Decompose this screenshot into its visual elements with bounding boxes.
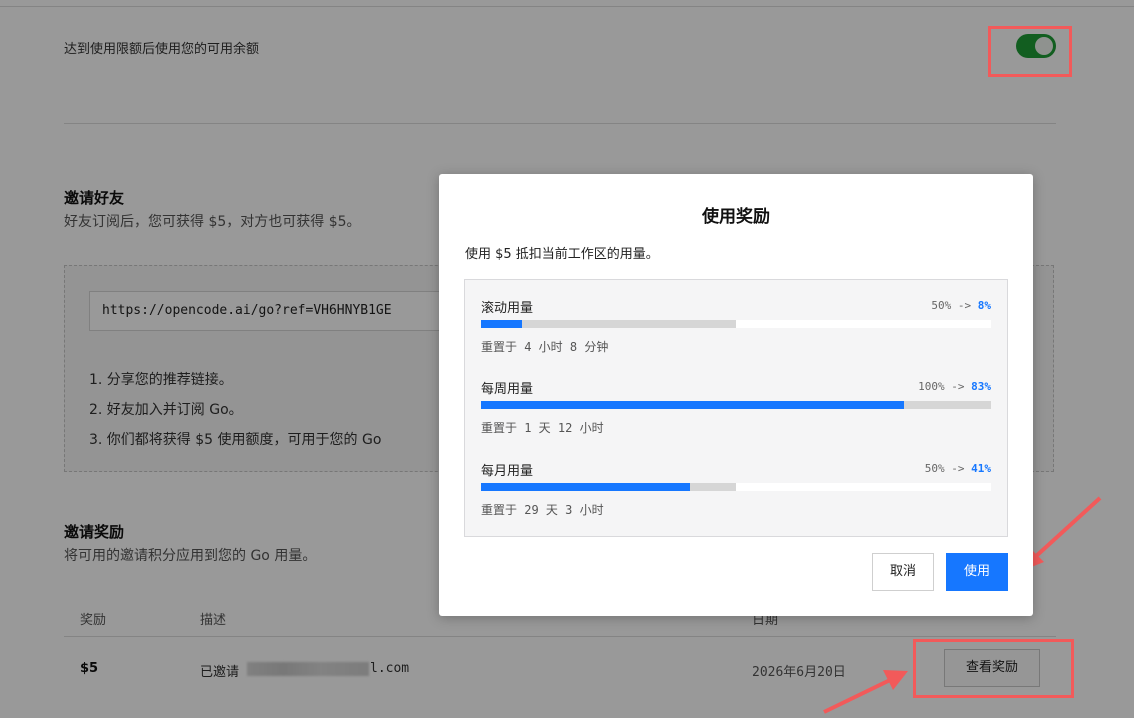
usage-reset: 重置于 1 天 12 小时 <box>481 421 604 435</box>
page: 达到使用限额后使用您的可用余额 邀请好友 好友订阅后，您可获得 $5，对方也可获… <box>0 0 1134 718</box>
usage-reset: 重置于 4 小时 8 分钟 <box>481 340 609 354</box>
usage-from: 50% -> <box>924 462 965 475</box>
usage-reset: 重置于 29 天 3 小时 <box>481 503 604 517</box>
apply-reward-button[interactable]: 使用 <box>946 553 1008 591</box>
usage-bar <box>481 320 991 328</box>
cancel-button[interactable]: 取消 <box>872 553 934 591</box>
usage-to: 83% <box>971 380 991 393</box>
usage-change: 100% -> 83% <box>918 380 991 393</box>
usage-change: 50% -> 8% <box>931 299 991 312</box>
usage-bar-after <box>481 483 691 491</box>
annotation-arrow-view <box>823 670 908 714</box>
usage-name: 每周用量 <box>481 382 534 397</box>
usage-item-rolling: 滚动用量 50% -> 8% 重置于 4 小时 8 分钟 <box>481 297 991 367</box>
usage-to: 8% <box>977 299 991 312</box>
usage-name: 滚动用量 <box>481 301 534 316</box>
usage-from: 50% -> <box>931 299 972 312</box>
dialog-title: 使用奖励 <box>702 207 770 227</box>
usage-bar <box>481 483 991 491</box>
usage-item-weekly: 每周用量 100% -> 83% 重置于 1 天 12 小时 <box>481 378 991 448</box>
usage-bar-after <box>481 401 905 409</box>
usage-panel: 滚动用量 50% -> 8% 重置于 4 小时 8 分钟 每周用量 100% -… <box>464 279 1008 537</box>
usage-bar-after <box>481 320 522 328</box>
usage-bar <box>481 401 991 409</box>
usage-from: 100% -> <box>918 380 965 393</box>
usage-name: 每月用量 <box>481 464 534 479</box>
use-reward-dialog: 使用奖励 使用 $5 抵扣当前工作区的用量。 滚动用量 50% -> 8% 重置… <box>439 174 1033 616</box>
usage-item-monthly: 每月用量 50% -> 41% 重置于 29 天 3 小时 <box>481 460 991 530</box>
dialog-description: 使用 $5 抵扣当前工作区的用量。 <box>465 247 659 262</box>
usage-change: 50% -> 41% <box>925 462 991 475</box>
usage-to: 41% <box>971 462 991 475</box>
